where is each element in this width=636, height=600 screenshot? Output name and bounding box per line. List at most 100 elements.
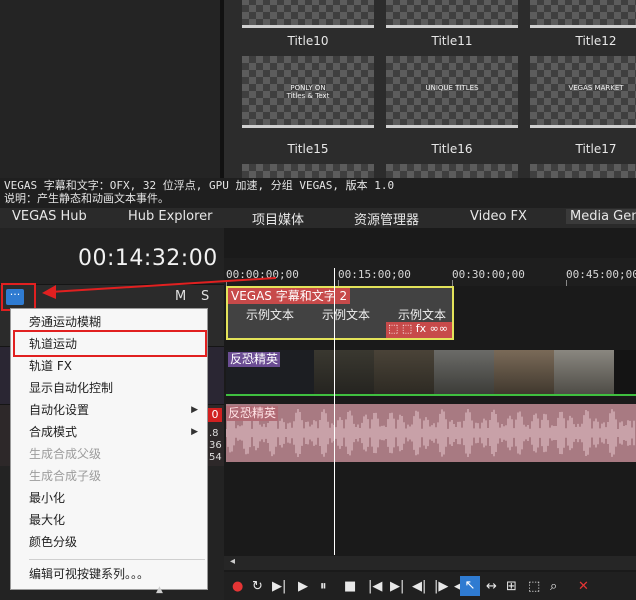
menu-item-label: 旁通运动模糊 (29, 315, 102, 329)
preset-thumb-title17[interactable]: VEGAS MARKET (530, 56, 636, 128)
stop-icon[interactable]: ■ (344, 579, 356, 594)
play-from-start-icon[interactable]: ▶| (272, 579, 286, 594)
ruler-label: 00:30:00;00 (452, 268, 525, 281)
description-line: 说明：产生静态和动画文本事件。 (4, 192, 169, 205)
video-event-label: 反恐精英 (228, 352, 281, 367)
menu-item-minimize[interactable]: 最小化 (12, 487, 206, 509)
scroll-left-icon[interactable]: ◂ (230, 556, 235, 567)
ruler-label: 00:45:00;00 (566, 268, 636, 281)
normal-edit-tool-icon[interactable]: ↖ (460, 576, 480, 596)
loop-icon[interactable]: ↻ (252, 579, 263, 594)
next-frame-icon[interactable]: |▶ (434, 579, 448, 594)
preset-thumb-next[interactable] (386, 164, 518, 178)
menu-item-make-parent[interactable]: 生成合成父级 (12, 443, 206, 465)
menu-item-compositing-mode[interactable]: 合成模式 ▶ (12, 421, 206, 443)
preset-thumb-title11[interactable] (386, 0, 518, 28)
menu-item-label: 生成合成子级 (29, 469, 102, 483)
ruler-tick (566, 280, 567, 286)
menu-item-edit-visual-keyframes[interactable]: 编辑可视按键系列。。。 (12, 563, 206, 585)
preset-label: Title17 (575, 142, 617, 156)
selection-tool-icon[interactable]: ⬚ (528, 579, 540, 594)
horizontal-scrollbar[interactable]: ◂ (224, 556, 636, 570)
menu-item-show-automation[interactable]: 显示自动化控制 (12, 377, 206, 399)
menu-item-label: 颜色分级 (29, 535, 78, 549)
highlight-box-track-motion (13, 330, 207, 357)
video-event-clip[interactable]: 反恐精英 (226, 350, 636, 396)
description-line: VEGAS 字幕和文字：OFX, 32 位浮点, GPU 加速, 分组 VEGA… (4, 179, 395, 192)
preset-thumb-title12[interactable] (530, 0, 636, 28)
menu-separator (29, 559, 205, 560)
prev-frame-icon[interactable]: ◀| (412, 579, 426, 594)
tab-media-generators[interactable]: Media Gene (566, 209, 636, 224)
plugin-description: VEGAS 字幕和文字：OFX, 32 位浮点, GPU 加速, 分组 VEGA… (0, 178, 636, 208)
snap-icon[interactable]: ⊞ (506, 579, 517, 594)
preset-label: Title11 (431, 34, 473, 48)
preset-thumb-next[interactable] (242, 164, 374, 178)
tab-hub-explorer[interactable]: Hub Explorer (128, 209, 213, 224)
video-frame (374, 350, 434, 396)
audio-waveform (226, 409, 635, 457)
preset-thumb-title10[interactable] (242, 0, 374, 28)
menu-item-make-child[interactable]: 生成合成子级 (12, 465, 206, 487)
menu-item-maximize[interactable]: 最大化 (12, 509, 206, 531)
trim-tool-icon[interactable]: ↔ (486, 579, 497, 594)
scroll-up-icon[interactable]: ▲ (156, 585, 163, 595)
tab-vegas-hub[interactable]: VEGAS Hub (12, 209, 87, 224)
timecode-display[interactable]: 00:14:32:00 (78, 246, 218, 271)
preset-label: Title15 (287, 142, 329, 156)
audio-event-clip[interactable]: 反恐精英 (226, 404, 636, 462)
preset-thumb-title15[interactable]: PONLY ON Titles & Text (242, 56, 374, 128)
title-presets-grid: Title10 Title11 Title12 PONLY ON Titles … (224, 0, 636, 178)
transport-bar: ● ↻ ▶| ▶ ⏸ ■ |◀ ▶| ◀| |▶ ◀▶ ↖ ↔ ⊞ ⬚ ⌕ ✕ (224, 572, 636, 600)
tab-project-media[interactable]: 项目媒体 (252, 209, 304, 228)
pause-icon[interactable]: ⏸ (320, 579, 327, 594)
video-frame (434, 350, 494, 396)
submenu-arrow-icon: ▶ (191, 427, 198, 437)
menu-item-label: 生成合成父级 (29, 447, 102, 461)
video-envelope-line[interactable] (226, 394, 636, 396)
playhead-cursor[interactable] (334, 268, 335, 555)
ruler-label: 00:15:00;00 (338, 268, 411, 281)
menu-item-track-fx[interactable]: 轨道 FX (12, 355, 206, 377)
delete-icon[interactable]: ✕ (578, 579, 589, 594)
zoom-tool-icon[interactable]: ⌕ (550, 579, 557, 594)
menu-item-label: 编辑可视按键系列。。。 (29, 567, 150, 581)
sample-text: 示例文本 (398, 308, 447, 322)
go-to-end-icon[interactable]: ▶| (390, 579, 404, 594)
audio-event-label: 反恐精英 (226, 406, 279, 421)
video-frame (554, 350, 614, 396)
play-icon[interactable]: ▶ (298, 579, 308, 594)
record-icon[interactable]: ● (232, 579, 243, 594)
tab-video-fx[interactable]: Video FX (470, 209, 527, 224)
preview-side-panel (0, 0, 220, 178)
video-frame (614, 350, 636, 396)
timeline-area[interactable]: 00:00:00;00 00:15:00;00 00:30:00;00 00:4… (224, 228, 636, 600)
menu-item-label: 合成模式 (29, 425, 78, 439)
thumb-caption: UNIQUE TITLES (425, 84, 479, 92)
thumb-caption: VEGAS MARKET (568, 84, 624, 92)
menu-item-color-grading[interactable]: 颜色分级 (12, 531, 206, 553)
menu-item-label: 轨道 FX (29, 359, 72, 373)
level-badge: 0 (208, 408, 222, 422)
callout-arrow (42, 277, 277, 299)
preset-label: Title12 (575, 34, 617, 48)
preset-label: Title16 (431, 142, 473, 156)
sample-text: 示例文本 (246, 308, 295, 322)
video-frame (314, 350, 374, 396)
preset-thumb-next[interactable] (530, 164, 636, 178)
preset-thumb-title16[interactable]: UNIQUE TITLES (386, 56, 518, 128)
video-frame (494, 350, 554, 396)
menu-item-automation-settings[interactable]: 自动化设置 ▶ (12, 399, 206, 421)
meter-value: 36 (209, 440, 222, 451)
tab-explorer[interactable]: 资源管理器 (354, 209, 419, 228)
menu-item-label: 自动化设置 (29, 403, 90, 417)
submenu-arrow-icon: ▶ (191, 405, 198, 415)
go-to-start-icon[interactable]: |◀ (368, 579, 382, 594)
menu-item-label: 最小化 (29, 491, 66, 505)
window-tabs: VEGAS Hub Hub Explorer 项目媒体 资源管理器 Video … (0, 208, 636, 228)
event-fx-icons[interactable]: ⬚ ⬚ fx ∞∞ (386, 322, 452, 338)
meter-value: 54 (209, 452, 222, 463)
meter-value: .8 (209, 428, 219, 439)
time-ruler[interactable]: 00:00:00;00 00:15:00;00 00:30:00;00 00:4… (224, 258, 636, 286)
sample-text: 示例文本 (322, 308, 371, 322)
